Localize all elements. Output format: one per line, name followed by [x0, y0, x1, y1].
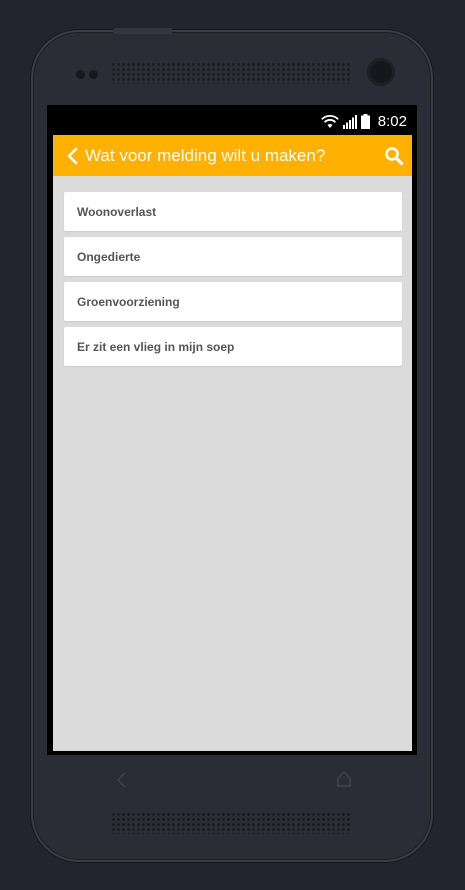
phone-frame: 8:02 Wat voor melding wilt u maken? Woon… [31, 28, 433, 862]
content-area: Woonoverlast Ongedierte Groenvoorziening… [53, 176, 412, 751]
signal-icon [342, 114, 357, 129]
report-type-list: Woonoverlast Ongedierte Groenvoorziening… [64, 192, 402, 372]
battery-icon [360, 114, 370, 129]
list-item-label: Er zit een vlieg in mijn soep [77, 339, 235, 354]
list-item-ongedierte[interactable]: Ongedierte [64, 237, 402, 276]
list-item-woonoverlast[interactable]: Woonoverlast [64, 192, 402, 231]
screen: 8:02 Wat voor melding wilt u maken? Woon… [47, 105, 417, 755]
wifi-icon [320, 114, 339, 128]
back-nav-icon[interactable] [113, 770, 129, 790]
power-button [113, 28, 173, 34]
app-bar: Wat voor melding wilt u maken? [53, 135, 412, 176]
bottom-speaker [111, 812, 351, 834]
list-item-label: Groenvoorziening [77, 294, 180, 309]
list-item-label: Ongedierte [77, 249, 141, 264]
front-camera [367, 58, 395, 86]
earpiece-speaker [111, 62, 351, 84]
list-item-vlieg-in-soep[interactable]: Er zit een vlieg in mijn soep [64, 327, 402, 366]
list-item-groenvoorziening[interactable]: Groenvoorziening [64, 282, 402, 321]
status-time: 8:02 [377, 113, 407, 130]
home-nav-icon[interactable] [335, 770, 353, 788]
search-icon[interactable] [384, 146, 404, 166]
list-item-label: Woonoverlast [77, 204, 157, 219]
status-bar: 8:02 [47, 105, 417, 135]
sensor-dots [76, 70, 98, 79]
page-title: Wat voor melding wilt u maken? [85, 145, 326, 165]
chevron-left-icon[interactable] [59, 135, 85, 176]
